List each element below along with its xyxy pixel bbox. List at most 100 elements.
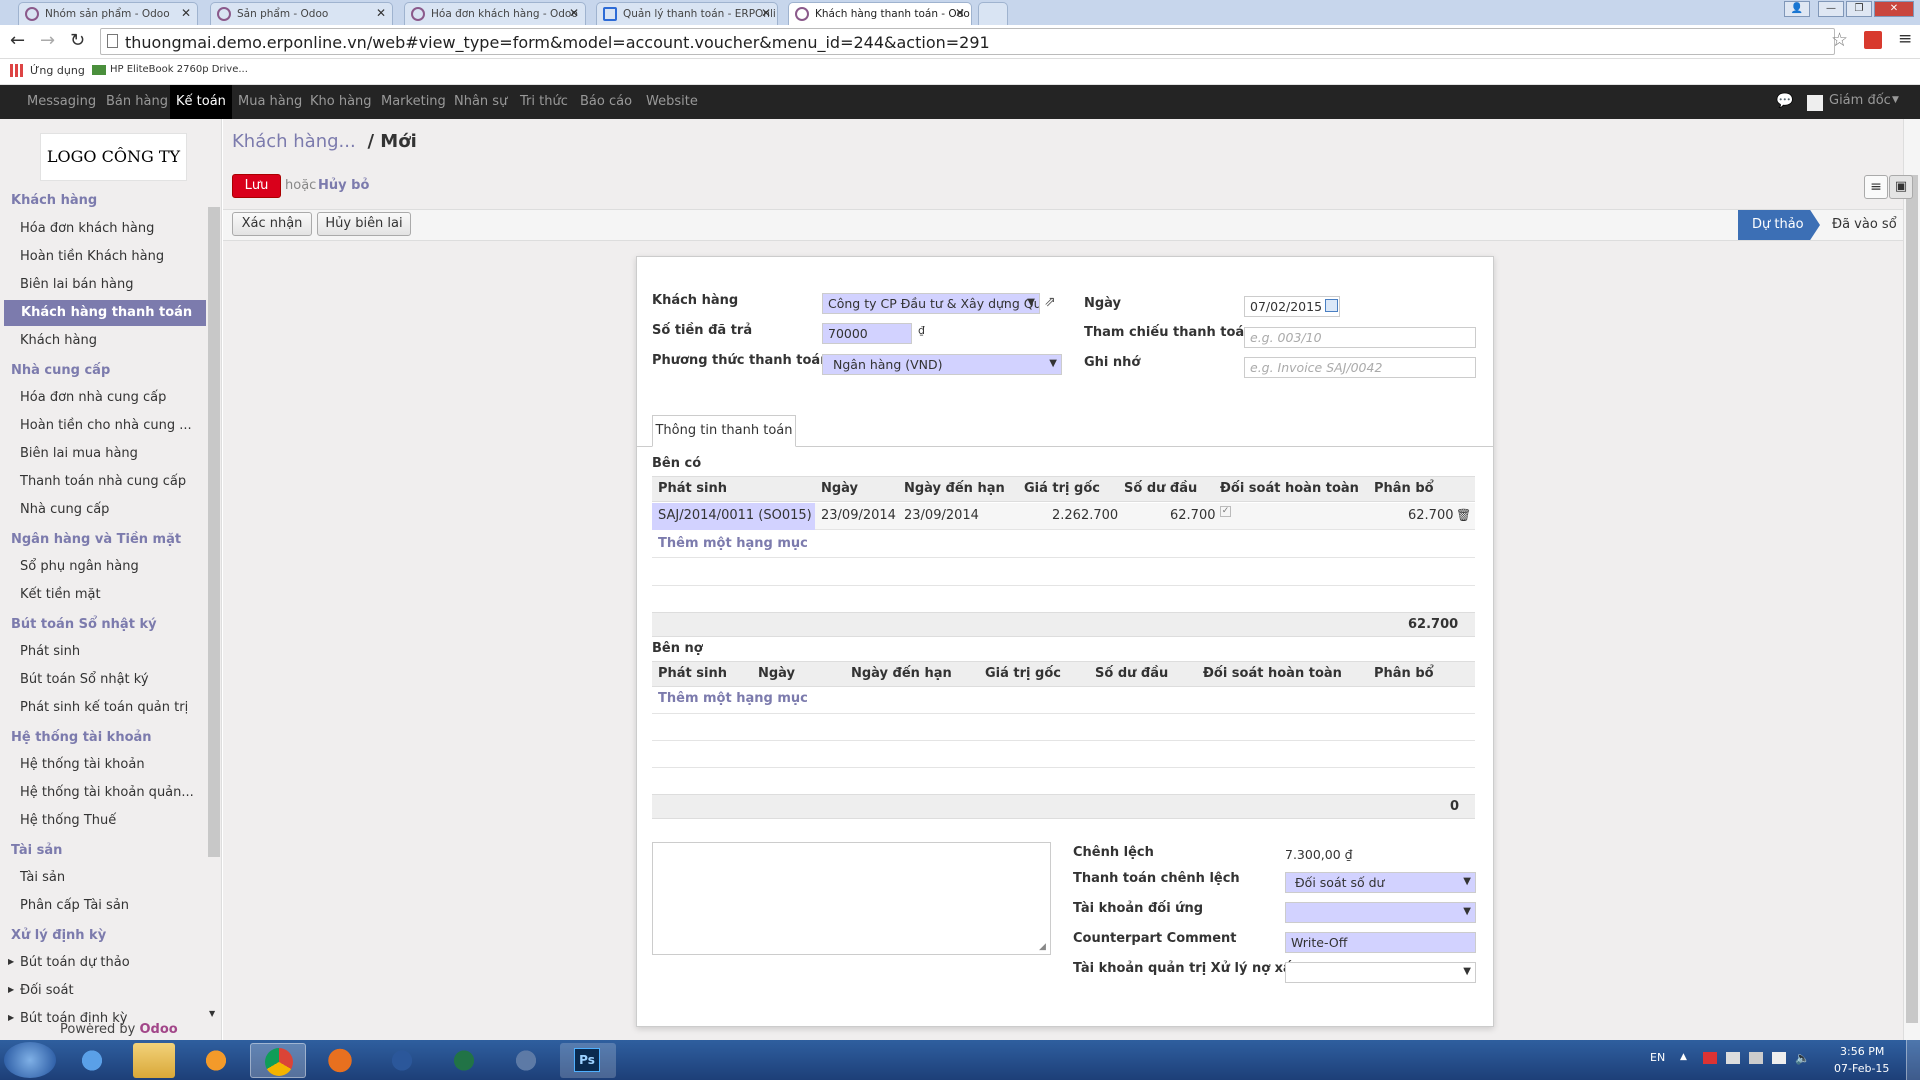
confirm-button[interactable]: Xác nhận <box>232 212 312 236</box>
sidebar-item-suppliers[interactable]: Nhà cung cấp <box>20 502 109 517</box>
dropdown-arrow-icon[interactable]: ▼ <box>1049 358 1057 369</box>
media-player-icon[interactable] <box>188 1043 244 1078</box>
sidebar-item-supplier-refunds[interactable]: Hoàn tiền cho nhà cung ... <box>20 418 192 433</box>
close-icon[interactable]: ✕ <box>376 6 386 20</box>
bookmark-star-icon[interactable]: ☆ <box>1831 29 1848 51</box>
menu-knowledge[interactable]: Tri thức <box>514 85 574 119</box>
browser-tab-active[interactable]: Khách hàng thanh toán - Odo ✕ <box>788 2 972 25</box>
notes-textarea[interactable] <box>652 842 1051 955</box>
explorer-icon[interactable] <box>133 1043 175 1078</box>
list-view-icon[interactable]: ≡ <box>1864 175 1888 199</box>
maximize-icon[interactable]: ❐ <box>1846 1 1872 17</box>
tray-monitor-icon[interactable] <box>1772 1052 1786 1064</box>
counterpart-comment-input[interactable]: Write-Off <box>1285 932 1476 953</box>
col-original[interactable]: Giá trị gốc <box>1024 481 1100 496</box>
sidebar-item-draft-entries[interactable]: Bút toán dự thảo <box>20 955 130 970</box>
excel-icon[interactable] <box>436 1043 492 1078</box>
row-move[interactable]: SAJ/2014/0011 (SO015) <box>658 508 812 523</box>
col-move[interactable]: Phát sinh <box>658 666 727 681</box>
trash-icon[interactable]: 🗑 <box>1456 508 1471 522</box>
debit-add-item[interactable]: Thêm một hạng mục <box>658 691 808 706</box>
sidebar-item-reconciliation[interactable]: Đối soát <box>20 983 74 998</box>
user-icon[interactable]: 👤 <box>1784 1 1810 17</box>
sidebar-item-journal-items[interactable]: Phát sinh <box>20 644 80 659</box>
menu-sales[interactable]: Bán hàng <box>100 85 174 119</box>
extension-icon[interactable] <box>1864 31 1882 49</box>
page-scrollbar[interactable] <box>1903 119 1920 1040</box>
browser-tab[interactable]: Quản lý thanh toán - ERPOnli ✕ <box>596 2 778 25</box>
status-draft[interactable]: Dự thảo <box>1738 210 1820 240</box>
photoshop-icon[interactable]: Ps <box>560 1043 616 1078</box>
col-allocation[interactable]: Phân bổ <box>1374 666 1434 681</box>
reconcile-checkbox[interactable]: ✓ <box>1220 506 1231 517</box>
counter-account-select[interactable]: ▼ <box>1285 902 1476 923</box>
menu-marketing[interactable]: Marketing <box>375 85 452 119</box>
breadcrumb-parent[interactable]: Khách hàng... <box>232 131 356 152</box>
cancel-receipt-button[interactable]: Hủy biên lai <box>317 212 411 236</box>
col-reconcile[interactable]: Đối soát hoàn toàn <box>1203 666 1342 681</box>
user-menu[interactable]: Giám đốc <box>1829 93 1891 108</box>
sidebar-item-customer-refunds[interactable]: Hoàn tiền Khách hàng <box>20 249 164 264</box>
menu-warehouse[interactable]: Kho hàng <box>304 85 378 119</box>
payment-method-select[interactable]: Ngân hàng (VND) ▼ <box>822 354 1062 375</box>
sidebar-item-customer-payments[interactable]: Khách hàng thanh toán <box>4 300 206 326</box>
tray-network-icon[interactable] <box>1726 1052 1740 1064</box>
dropdown-arrow-icon[interactable]: ▼ <box>1463 906 1471 917</box>
sidebar-item-cash-registers[interactable]: Kết tiền mặt <box>20 587 101 602</box>
resize-handle-icon[interactable]: ◢ <box>1039 942 1046 952</box>
sidebar-item-analytic-accounts[interactable]: Hệ thống tài khoản quản... <box>20 785 194 800</box>
language-indicator[interactable]: EN <box>1650 1051 1665 1064</box>
sidebar-item-customers[interactable]: Khách hàng <box>20 333 97 348</box>
sidebar-item-accounts[interactable]: Hệ thống tài khoản <box>20 757 145 772</box>
ie-icon[interactable] <box>64 1043 120 1078</box>
sidebar-scrollbar[interactable] <box>208 207 220 857</box>
clock-time[interactable]: 3:56 PM <box>1840 1045 1884 1058</box>
memo-input[interactable]: e.g. Invoice SAJ/0042 <box>1244 357 1476 378</box>
col-date[interactable]: Ngày <box>821 481 858 496</box>
tab-payment-info[interactable]: Thông tin thanh toán <box>652 415 796 447</box>
tray-chevron-icon[interactable]: ▲ <box>1680 1052 1687 1062</box>
row-allocation[interactable]: 62.700 <box>1408 508 1454 523</box>
word-icon[interactable] <box>374 1043 430 1078</box>
payment-difference-select[interactable]: Đối soát số dư ▼ <box>1285 872 1476 893</box>
dropdown-arrow-icon[interactable]: ▼ <box>1463 966 1471 977</box>
start-button[interactable] <box>4 1042 56 1078</box>
sidebar-item-asset-categories[interactable]: Phân cấp Tài sản <box>20 898 129 913</box>
col-reconcile[interactable]: Đối soát hoàn toàn <box>1220 481 1359 496</box>
sidebar-item-journal-entries[interactable]: Bút toán Sổ nhật ký <box>20 672 149 687</box>
status-posted[interactable]: Đã vào sổ <box>1832 217 1897 232</box>
show-desktop-button[interactable] <box>1906 1040 1920 1080</box>
col-opening[interactable]: Số dư đầu <box>1124 481 1197 496</box>
scroll-down-icon[interactable]: ▼ <box>209 1009 215 1018</box>
minimize-icon[interactable]: — <box>1818 1 1844 17</box>
tray-flag-icon[interactable] <box>1703 1052 1717 1064</box>
clock-date[interactable]: 07-Feb-15 <box>1834 1062 1889 1075</box>
sidebar-item-taxes[interactable]: Hệ thống Thuế <box>20 813 116 828</box>
back-icon[interactable]: ← <box>10 30 25 51</box>
window-close-icon[interactable]: ✕ <box>1874 1 1914 17</box>
odoo-brand[interactable]: Odoo <box>140 1022 178 1037</box>
menu-messaging[interactable]: Messaging <box>21 85 102 119</box>
menu-icon[interactable]: ≡ <box>1898 29 1912 49</box>
close-icon[interactable]: ✕ <box>955 6 965 20</box>
close-icon[interactable]: ✕ <box>181 6 191 20</box>
menu-hr[interactable]: Nhân sự <box>448 85 513 119</box>
customer-field[interactable]: Công ty CP Đầu tư & Xây dựng Qu ▼ <box>822 293 1040 314</box>
form-view-icon[interactable]: ▣ <box>1889 175 1913 199</box>
col-original[interactable]: Giá trị gốc <box>985 666 1061 681</box>
save-button[interactable]: Lưu <box>232 174 281 198</box>
col-due-date[interactable]: Ngày đến hạn <box>904 481 1005 496</box>
chevron-right-icon[interactable]: ▶ <box>8 1013 14 1022</box>
menu-accounting[interactable]: Kế toán <box>170 85 232 119</box>
close-icon[interactable]: ✕ <box>569 6 579 20</box>
chrome-icon[interactable] <box>250 1043 306 1078</box>
col-allocation[interactable]: Phân bổ <box>1374 481 1434 496</box>
sidebar-item-assets[interactable]: Tài sản <box>20 870 65 885</box>
tray-device-icon[interactable] <box>1749 1052 1763 1064</box>
col-date[interactable]: Ngày <box>758 666 795 681</box>
col-due-date[interactable]: Ngày đến hạn <box>851 666 952 681</box>
chat-icon[interactable]: 💬 <box>1776 93 1793 109</box>
discard-button[interactable]: Hủy bỏ <box>318 178 369 193</box>
chevron-right-icon[interactable]: ▶ <box>8 957 14 966</box>
sidebar-item-sales-receipts[interactable]: Biên lai bán hàng <box>20 277 134 292</box>
